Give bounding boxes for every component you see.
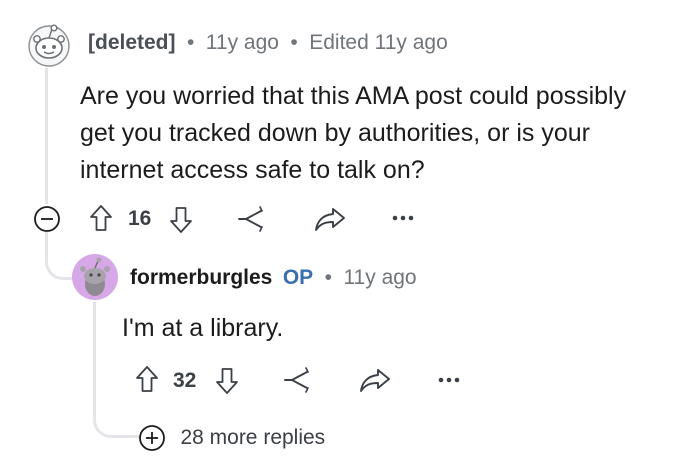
- thread-line-reply: [93, 302, 96, 402]
- overflow-menu-button[interactable]: [436, 372, 462, 388]
- share-button[interactable]: [358, 366, 392, 394]
- op-badge: OP: [282, 266, 314, 289]
- comment-line: Are you worried that this AMA post could…: [80, 82, 627, 110]
- overflow-dots-icon: [438, 377, 460, 383]
- upvote-button[interactable]: [134, 364, 160, 394]
- award-icon: [284, 367, 309, 393]
- comment-body: Are you worried that this AMA post could…: [80, 78, 626, 189]
- comment-author[interactable]: [deleted]: [88, 31, 176, 54]
- comment-line: internet access safe to talk on?: [80, 156, 425, 184]
- upvote-button[interactable]: [88, 203, 114, 233]
- share-arrow-icon: [315, 208, 345, 231]
- thread-curve-more: [93, 392, 141, 438]
- snoo-avatar-icon: [72, 254, 118, 300]
- upvote-arrow-icon: [136, 366, 158, 392]
- avatar-reply[interactable]: [72, 254, 118, 300]
- reply-author[interactable]: formerburgles: [130, 266, 272, 289]
- share-button[interactable]: [313, 205, 347, 233]
- collapse-minus-icon: [34, 206, 60, 232]
- comment-line: get you tracked down by authorities, or …: [80, 119, 590, 147]
- comment-age[interactable]: 11y ago: [206, 31, 279, 54]
- downvote-arrow-icon: [216, 368, 238, 394]
- downvote-button[interactable]: [214, 366, 240, 396]
- meta-separator: •: [324, 266, 332, 289]
- comment-meta: [deleted] • 11y ago • Edited 11y ago: [88, 31, 448, 55]
- award-button[interactable]: [282, 366, 314, 394]
- share-arrow-icon: [360, 369, 390, 392]
- reply-meta: formerburgles OP • 11y ago: [130, 266, 417, 290]
- meta-separator: •: [290, 31, 298, 54]
- overflow-menu-button[interactable]: [390, 210, 416, 226]
- upvote-arrow-icon: [90, 205, 112, 231]
- award-icon: [238, 206, 263, 232]
- reply-score: 32: [173, 369, 197, 392]
- downvote-button[interactable]: [168, 205, 194, 235]
- collapse-button[interactable]: [33, 205, 61, 233]
- comment-score: 16: [128, 207, 152, 230]
- overflow-dots-icon: [392, 215, 414, 221]
- meta-separator: •: [186, 31, 195, 54]
- downvote-arrow-icon: [170, 207, 192, 233]
- award-button[interactable]: [236, 205, 268, 233]
- more-replies-link[interactable]: 28 more replies: [138, 424, 325, 452]
- expand-plus-icon: [138, 424, 166, 452]
- thread-line-main: [45, 68, 48, 204]
- comment-edited: Edited 11y ago: [309, 31, 448, 54]
- avatar-deleted[interactable]: [25, 20, 73, 68]
- more-replies-label: 28 more replies: [180, 426, 326, 449]
- reply-age[interactable]: 11y ago: [343, 266, 416, 289]
- snoo-avatar-icon: [28, 24, 70, 67]
- reply-body: I'm at a library.: [122, 314, 284, 342]
